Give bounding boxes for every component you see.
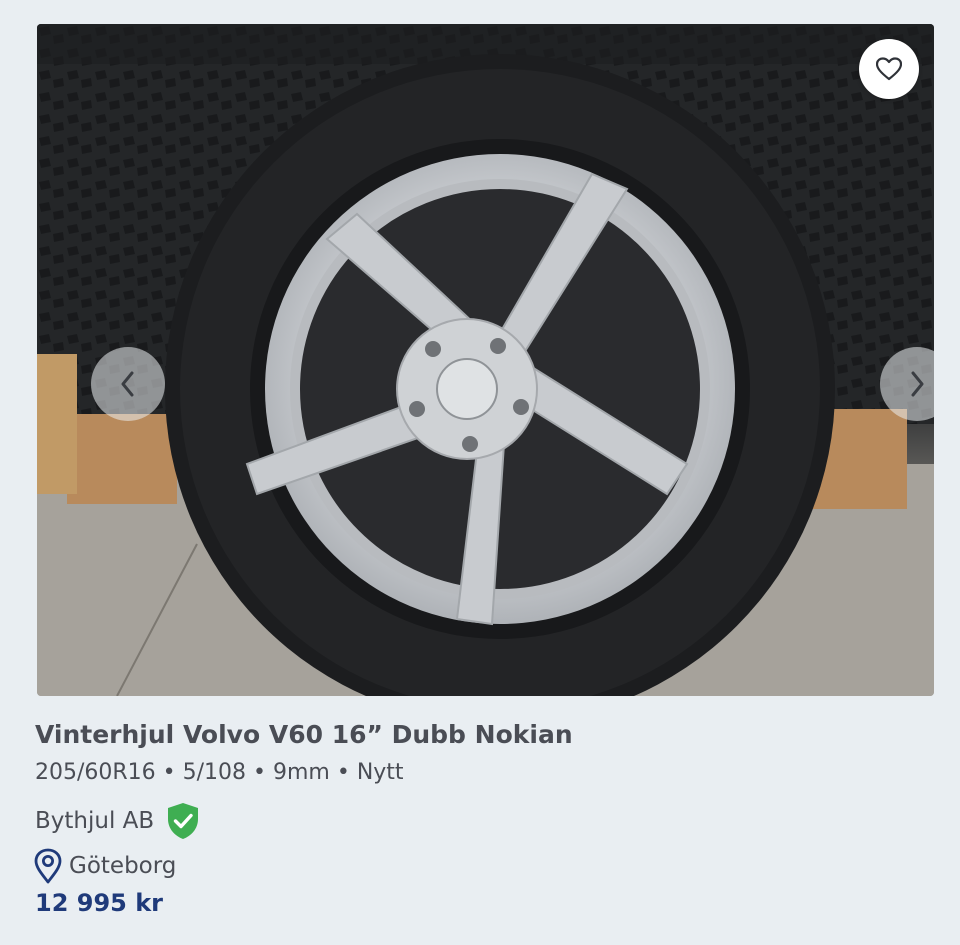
price: 12 995 kr [35, 889, 164, 917]
chevron-right-icon [911, 371, 924, 397]
chevron-left-icon [121, 371, 134, 397]
heart-outline-icon [876, 57, 902, 81]
location: Göteborg [33, 848, 176, 884]
tire-photo [37, 24, 934, 696]
listing-image[interactable] [37, 24, 934, 696]
listing-specs: 205/60R16 • 5/108 • 9mm • Nytt [35, 760, 404, 785]
seller-name: Bythjul AB [35, 808, 155, 834]
previous-image-button[interactable] [91, 347, 165, 421]
seller-info: Bythjul AB [35, 802, 200, 840]
verified-shield-icon [168, 803, 199, 839]
location-text: Göteborg [69, 853, 177, 879]
favorite-button[interactable] [859, 39, 919, 99]
location-pin-icon [34, 848, 62, 884]
listing-title[interactable]: Vinterhjul Volvo V60 16” Dubb Nokian [35, 720, 573, 749]
